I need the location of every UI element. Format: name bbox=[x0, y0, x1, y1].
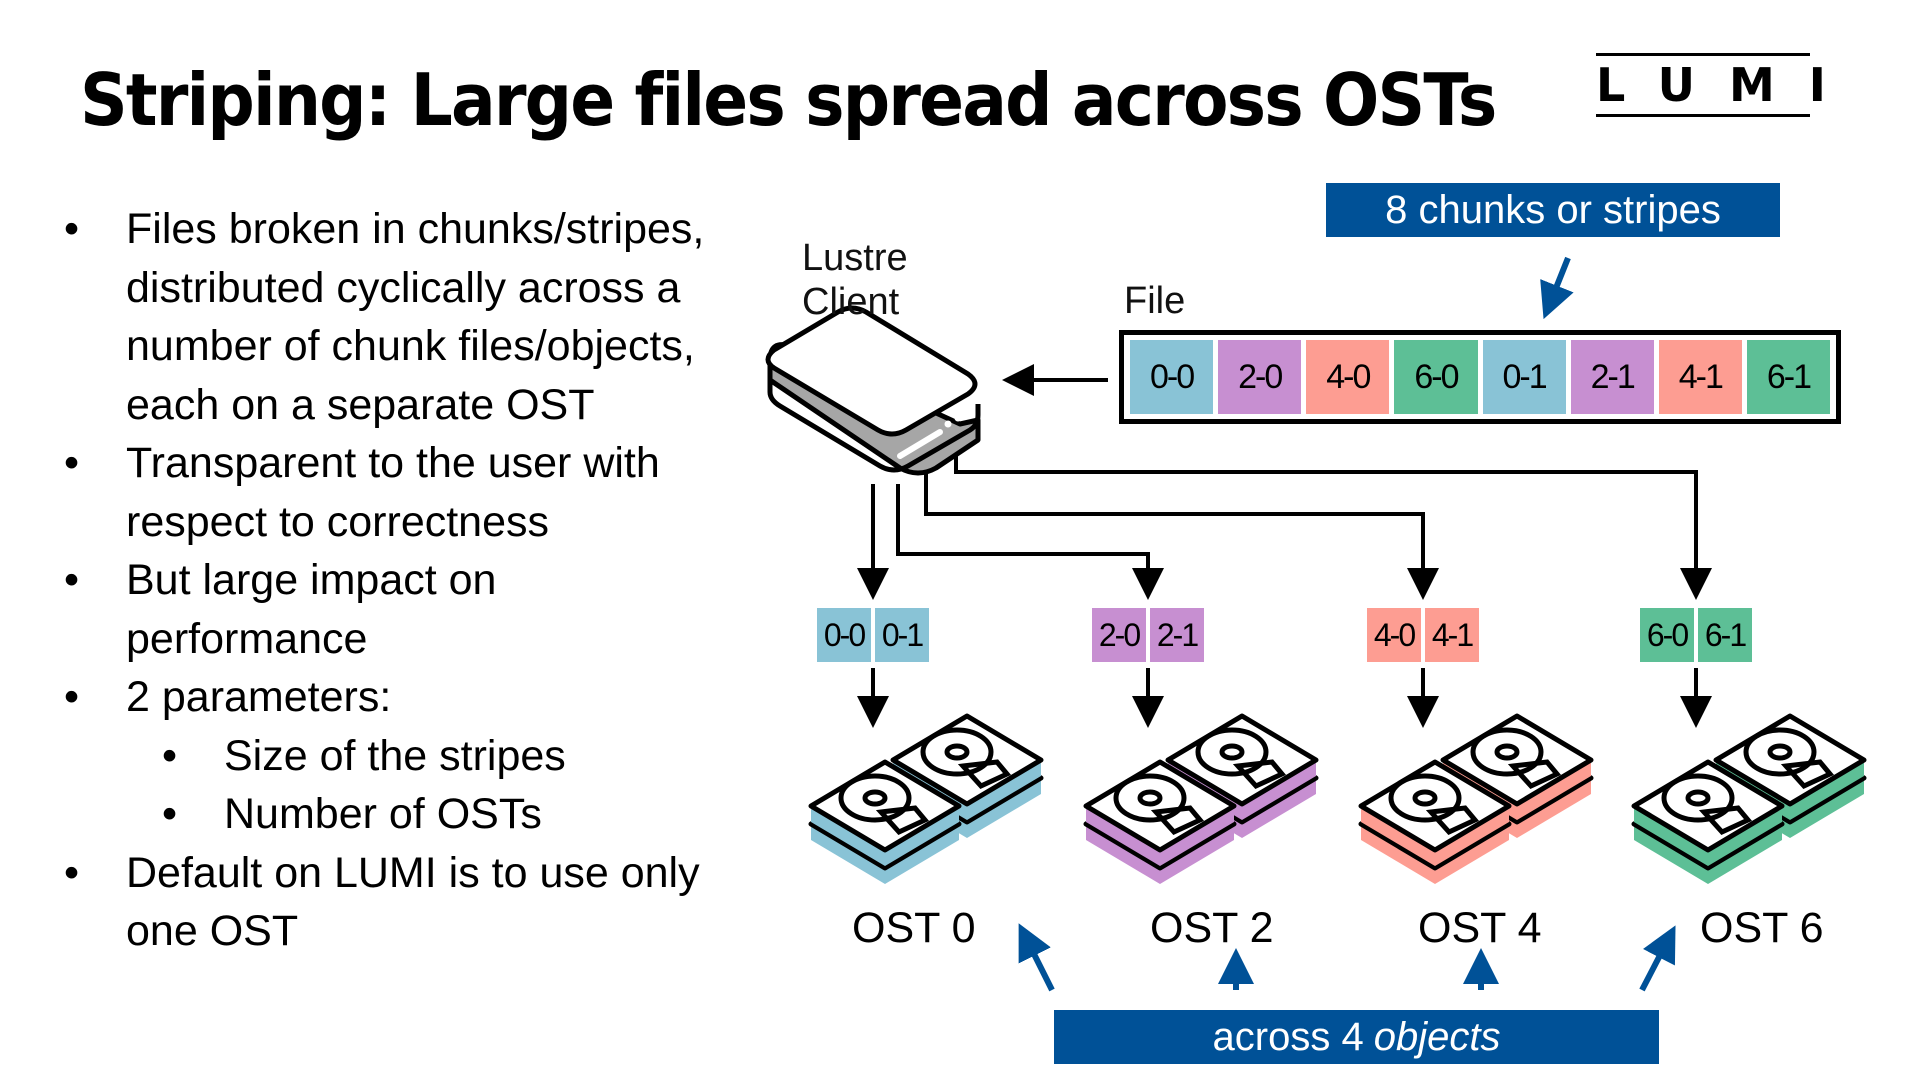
file-chunk-2-0: 2-0 bbox=[1218, 340, 1302, 414]
connector-ost6 bbox=[954, 456, 1712, 600]
ost-label: OST 4 bbox=[1418, 904, 1542, 952]
bottom-banner-arrows bbox=[1018, 923, 1676, 992]
file-chunk-6-1: 6-1 bbox=[1746, 340, 1830, 414]
connector-ost2 bbox=[896, 484, 1164, 600]
client-connectors bbox=[857, 456, 1712, 600]
hard-disk-stack-icon bbox=[1358, 713, 1594, 884]
objects-banner-italic: objects bbox=[1373, 1014, 1501, 1059]
file-chunk-0-0: 0-0 bbox=[1130, 340, 1214, 414]
ost-chunk-6-0: 6-0 bbox=[1640, 608, 1694, 662]
ost-chunk-2-1: 2-1 bbox=[1150, 608, 1204, 662]
chunks-banner: 8 chunks or stripes bbox=[1326, 183, 1780, 237]
blue-arrow-ost6 bbox=[1639, 925, 1676, 992]
file-chunk-4-1: 4-1 bbox=[1658, 340, 1742, 414]
ost-label: OST 2 bbox=[1150, 904, 1274, 952]
hard-disk-stack-icon bbox=[808, 713, 1044, 884]
top-banner-arrow bbox=[1540, 256, 1574, 320]
file-chunk-2-1: 2-1 bbox=[1570, 340, 1654, 414]
hard-disk-stack-icon bbox=[1083, 713, 1319, 884]
client-computer-icon bbox=[765, 305, 981, 476]
ost-chunk-4-1: 4-1 bbox=[1425, 608, 1479, 662]
ost-label: OST 0 bbox=[852, 904, 976, 952]
file-stripes: 0-0 2-0 4-0 6-0 0-1 2-1 4-1 6-1 bbox=[1119, 330, 1841, 424]
ost-chunk-4-0: 4-0 bbox=[1367, 608, 1421, 662]
file-chunk-0-1: 0-1 bbox=[1482, 340, 1566, 414]
ost-chunk-0-1: 0-1 bbox=[875, 608, 929, 662]
ost-chunk-2-0: 2-0 bbox=[1092, 608, 1146, 662]
ost-chunk-group: 6-0 6-1 bbox=[1640, 608, 1752, 662]
hard-disk-stack-icon bbox=[1631, 713, 1867, 884]
client-label-line2: Client bbox=[802, 281, 900, 323]
file-chunk-6-0: 6-0 bbox=[1394, 340, 1478, 414]
file-label: File bbox=[1124, 280, 1186, 322]
client-label-line1: Lustre bbox=[802, 237, 908, 279]
ost-chunk-group: 4-0 4-1 bbox=[1367, 608, 1479, 662]
chunks-banner-text: 8 chunks or stripes bbox=[1385, 187, 1721, 232]
lustre-client-label: Lustre Client bbox=[802, 236, 908, 324]
ost-chunk-group: 0-0 0-1 bbox=[817, 608, 929, 662]
ost-chunk-0-0: 0-0 bbox=[817, 608, 871, 662]
ost-label: OST 6 bbox=[1700, 904, 1824, 952]
objects-banner-text: across 4 bbox=[1212, 1014, 1364, 1059]
file-chunk-4-0: 4-0 bbox=[1306, 340, 1390, 414]
blue-arrow-ost0 bbox=[1018, 923, 1055, 992]
objects-banner: across 4 objects bbox=[1054, 1010, 1659, 1064]
chunk-to-disk-arrows bbox=[857, 668, 1712, 728]
ost-chunk-6-1: 6-1 bbox=[1698, 608, 1752, 662]
ost-chunk-group: 2-0 2-1 bbox=[1092, 608, 1204, 662]
connector-ost4 bbox=[924, 470, 1439, 600]
